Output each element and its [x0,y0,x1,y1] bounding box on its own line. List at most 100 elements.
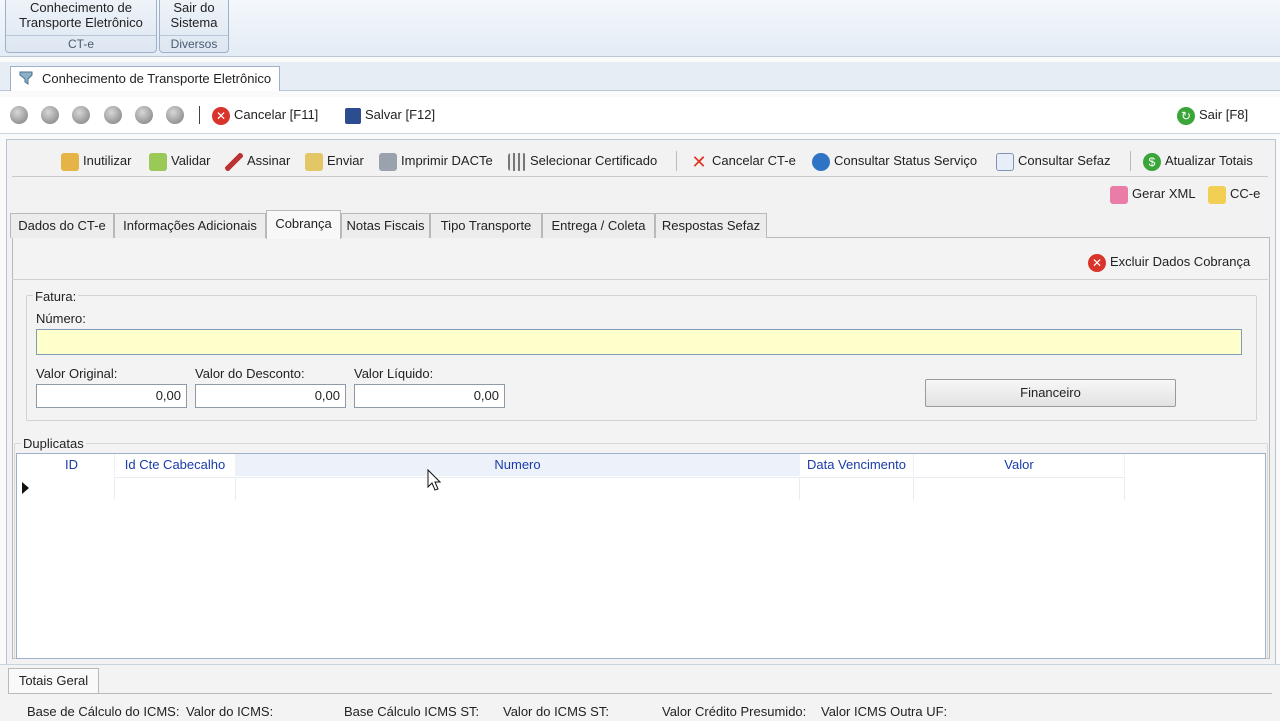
total-valor-icms-label: Valor do ICMS: [186,704,274,719]
tab-entrega-coleta[interactable]: Entrega / Coleta [542,213,655,238]
fatura-legend: Fatura: [33,289,79,304]
ribbon-caption-cte: CT-e [6,35,156,52]
delete-icon: ✕ [1088,253,1106,272]
tab-informacoes-adicionais[interactable]: Informações Adicionais [114,213,266,238]
ribbon-button-sair-sistema[interactable]: Sair do Sistema [160,0,228,34]
cancel-label: Cancelar [F11] [234,107,319,122]
xml-icon [1110,185,1128,204]
numero-input[interactable] [36,329,1242,355]
valor-desconto-label: Valor do Desconto: [195,366,305,381]
certificado-button[interactable]: Selecionar Certificado [508,151,657,171]
main-toolbar [0,97,1280,134]
last-record-icon[interactable] [166,106,184,124]
excluir-cobranca-label: Excluir Dados Cobrança [1110,254,1251,269]
grid-icon [508,152,526,171]
printer-icon [379,152,397,171]
cancel-icon: ✕ [212,106,230,125]
table-cell[interactable] [115,477,236,500]
previous-page-icon[interactable] [41,106,59,124]
total-base-icms-label: Base de Cálculo do ICMS: [27,704,180,719]
exit-label: Sair [F8] [1199,107,1249,122]
first-record-icon[interactable] [10,106,28,124]
column-header-valor[interactable]: Valor [914,454,1125,476]
send-icon [305,152,323,171]
inutilizar-label: Inutilizar [83,153,132,168]
table-cell[interactable] [914,477,1125,500]
duplicatas-grid[interactable]: ID Id Cte Cabecalho Numero Data Vencimen… [16,453,1266,659]
total-credito-presumido-label: Valor Crédito Presumido: [662,704,807,719]
ribbon-group-cte: Conhecimento de Transporte Eletrônico CT… [5,0,157,53]
table-cell[interactable] [800,477,914,500]
ribbon-group-diversos: Sair do Sistema Diversos [159,0,229,53]
assinar-label: Assinar [247,153,291,168]
valor-desconto-field[interactable]: 0,00 [195,384,346,408]
status-servico-label: Consultar Status Serviço [834,153,978,168]
next-page-icon[interactable] [135,106,153,124]
save-button[interactable]: Salvar [F12] [345,105,435,125]
gerar-xml-label: Gerar XML [1132,186,1196,201]
inutilizar-icon [61,152,79,171]
financeiro-button[interactable]: Financeiro [925,379,1176,407]
actions-separator-1 [676,151,677,171]
atualizar-totais-button[interactable]: $ Atualizar Totais [1143,151,1253,171]
column-header-id[interactable]: ID [17,454,115,476]
previous-record-icon[interactable] [72,106,90,124]
assinar-button[interactable]: Assinar [225,151,290,171]
tab-dados-cte[interactable]: Dados do CT-e [10,213,114,238]
tab-notas-fiscais[interactable]: Notas Fiscais [341,213,430,238]
total-base-icms-st-label: Base Cálculo ICMS ST: [344,704,480,719]
cce-icon [1208,185,1226,204]
table-cell[interactable] [17,477,115,499]
valor-original-label: Valor Original: [36,366,118,381]
enviar-label: Enviar [327,153,364,168]
cce-label: CC-e [1230,186,1261,201]
duplicatas-legend: Duplicatas [21,436,86,451]
save-icon [345,107,361,124]
enviar-button[interactable]: Enviar [305,151,364,171]
inutilizar-button[interactable]: Inutilizar [61,151,131,171]
ribbon-button-cte[interactable]: Conhecimento de Transporte Eletrônico [6,0,156,34]
validar-button[interactable]: Validar [149,151,211,171]
column-header-id-cte-cabecalho[interactable]: Id Cte Cabecalho [115,454,236,476]
cancel-button[interactable]: ✕ Cancelar [F11] [212,105,318,125]
excluir-cobranca-button[interactable]: ✕ Excluir Dados Cobrança [1088,252,1250,272]
exit-icon: ↻ [1177,106,1195,125]
cancelar-cte-label: Cancelar CT-e [712,153,796,168]
document-tab-title: Conhecimento de Transporte Eletrônico [42,71,272,86]
tab-tipo-transporte[interactable]: Tipo Transporte [430,213,542,238]
cursor-icon [427,469,441,491]
atualizar-totais-label: Atualizar Totais [1165,153,1253,168]
valor-liquido-field[interactable]: 0,00 [354,384,505,408]
document-tab[interactable]: Conhecimento de Transporte Eletrônico [10,66,280,91]
validar-icon [149,152,167,171]
globe-search-icon [812,152,830,171]
imprimir-button[interactable]: Imprimir DACTe [379,151,493,171]
save-label: Salvar [F12] [365,107,436,122]
document-search-icon [996,152,1014,171]
next-record-icon[interactable] [104,106,122,124]
cancelar-cte-button[interactable]: ✕ Cancelar CT-e [690,151,796,171]
actions-separator-2 [1130,151,1131,171]
ribbon-caption-diversos: Diversos [160,35,228,52]
dollar-icon: $ [1143,152,1161,171]
consultar-sefaz-button[interactable]: Consultar Sefaz [996,151,1111,171]
toolbar-separator [199,106,200,124]
tab-totais-geral[interactable]: Totais Geral [8,668,99,694]
consultar-sefaz-label: Consultar Sefaz [1018,153,1111,168]
pen-icon [225,152,243,171]
total-icms-outra-uf-label: Valor ICMS Outra UF: [821,704,948,719]
column-header-id-label: ID [65,457,78,472]
table-cell[interactable] [236,477,800,500]
tab-respostas-sefaz[interactable]: Respostas Sefaz [655,213,767,238]
cce-button[interactable]: CC-e [1208,184,1260,204]
totals-divider [8,693,1272,694]
certificado-label: Selecionar Certificado [530,153,658,168]
exit-button[interactable]: ↻ Sair [F8] [1177,105,1248,125]
status-servico-button[interactable]: Consultar Status Serviço [812,151,977,171]
valor-original-field[interactable]: 0,00 [36,384,187,408]
column-header-numero[interactable]: Numero [236,454,800,476]
tab-cobranca[interactable]: Cobrança [266,210,341,239]
gerar-xml-button[interactable]: Gerar XML [1110,184,1196,204]
total-valor-icms-st-label: Valor do ICMS ST: [503,704,609,719]
column-header-data-vencimento[interactable]: Data Vencimento [800,454,914,476]
